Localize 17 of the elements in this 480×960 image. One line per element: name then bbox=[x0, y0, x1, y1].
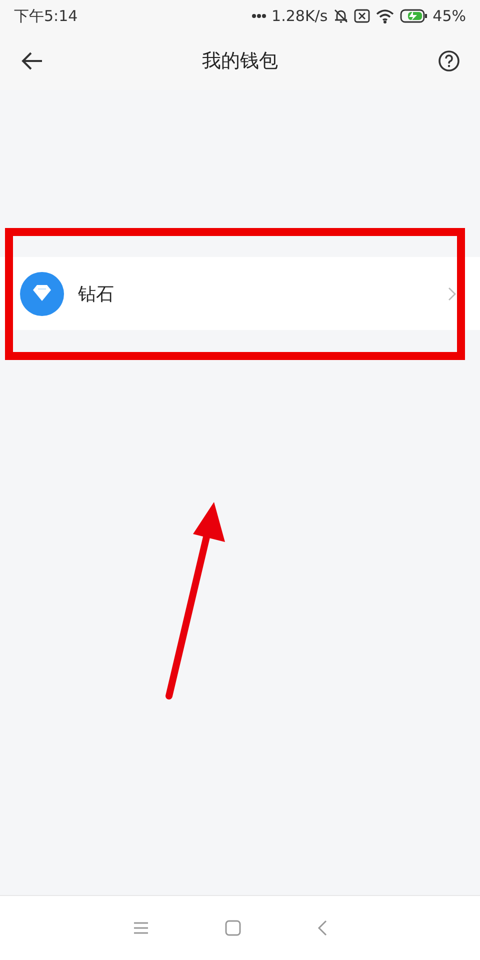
home-icon[interactable] bbox=[225, 920, 241, 936]
item-label: 钻石 bbox=[78, 282, 115, 306]
back-arrow-icon[interactable] bbox=[20, 51, 44, 71]
status-time: 下午5:14 bbox=[14, 6, 78, 26]
help-icon[interactable] bbox=[438, 50, 460, 72]
list-item[interactable]: 钻石 bbox=[0, 257, 480, 330]
wifi-icon bbox=[374, 8, 395, 24]
chevron-right-icon bbox=[448, 286, 456, 300]
page-title: 我的钱包 bbox=[202, 49, 278, 74]
battery-level: 45% bbox=[432, 7, 466, 25]
bell-muted-icon bbox=[332, 8, 349, 24]
dots-icon bbox=[250, 13, 267, 19]
sim-icon bbox=[354, 9, 370, 23]
battery-icon bbox=[400, 9, 428, 23]
back-icon[interactable] bbox=[317, 920, 327, 936]
network-speed: 1.28K/s bbox=[272, 7, 328, 25]
menu-icon[interactable] bbox=[133, 921, 149, 935]
